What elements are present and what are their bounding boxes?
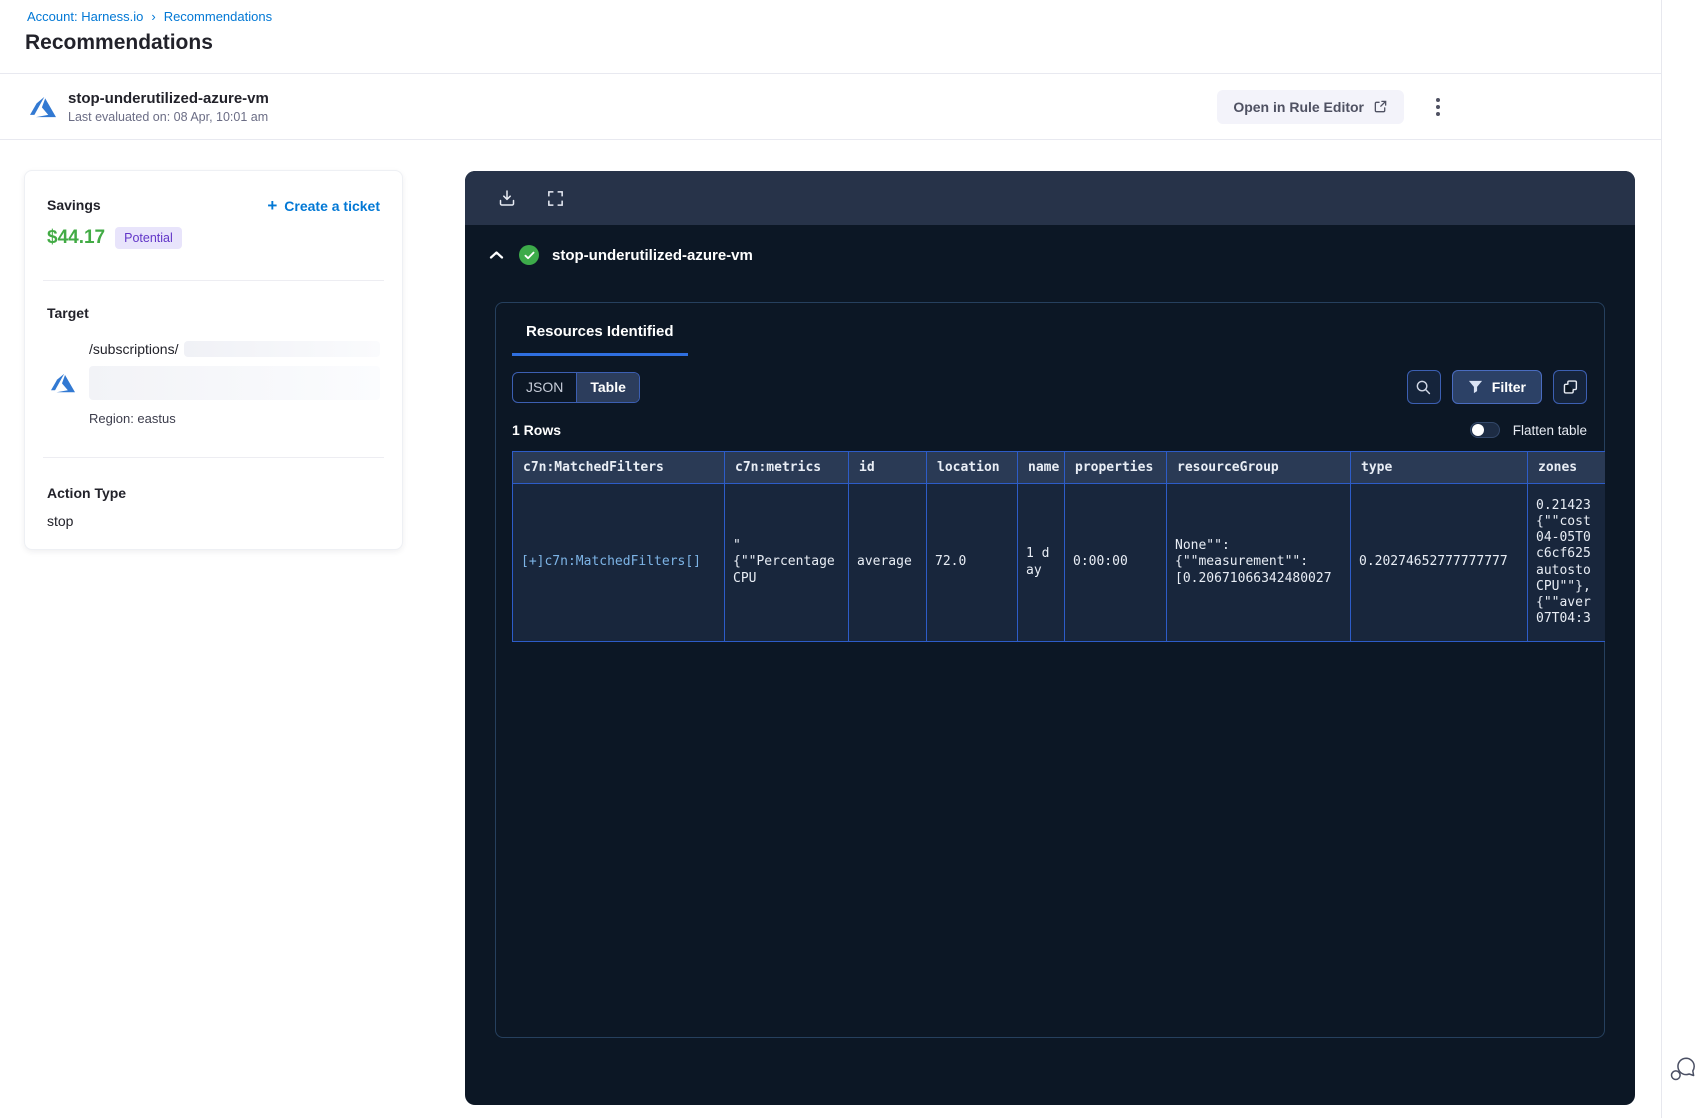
- column-header[interactable]: zones: [1527, 451, 1605, 484]
- view-json-button[interactable]: JSON: [513, 373, 576, 402]
- cell-name: 1 day: [1017, 483, 1065, 642]
- table-row: [+]c7n:MatchedFilters[] " {""Percentage …: [512, 483, 1605, 642]
- kebab-menu-button[interactable]: [1430, 92, 1446, 122]
- column-header[interactable]: type: [1350, 451, 1528, 484]
- tab-resources-identified[interactable]: Resources Identified: [512, 323, 688, 356]
- view-mode-toggle: JSON Table: [512, 371, 640, 403]
- recommendation-name: stop-underutilized-azure-vm: [68, 89, 269, 107]
- cell-location: 72.0: [926, 483, 1018, 642]
- download-button[interactable]: [495, 186, 519, 210]
- cell-metrics: " {""Percentage CPU: [724, 483, 849, 642]
- fullscreen-icon: [548, 190, 563, 206]
- download-icon: [499, 190, 515, 206]
- resources-table-container: c7n:MatchedFilters c7n:metrics id locati…: [512, 451, 1605, 642]
- view-table-button[interactable]: Table: [576, 372, 639, 402]
- flatten-table-toggle[interactable]: [1469, 422, 1500, 438]
- create-ticket-button[interactable]: + Create a ticket: [267, 197, 380, 214]
- column-header[interactable]: id: [848, 451, 927, 484]
- help-chat-button[interactable]: [1669, 1056, 1697, 1085]
- redacted-text: [184, 341, 380, 357]
- flatten-table-control: Flatten table: [1469, 422, 1587, 438]
- chat-bubbles-icon: [1670, 1057, 1695, 1081]
- matched-filters-expand-link[interactable]: [+]c7n:MatchedFilters[]: [512, 483, 725, 642]
- redacted-text: [89, 366, 380, 400]
- savings-amount: $44.17: [47, 227, 106, 248]
- rows-count: 1 Rows: [512, 422, 562, 438]
- cell-type: 0.20274652777777777: [1350, 483, 1528, 642]
- search-icon: [1416, 380, 1431, 394]
- check-icon: [524, 251, 534, 259]
- flatten-table-label: Flatten table: [1512, 422, 1587, 438]
- column-header[interactable]: location: [926, 451, 1018, 484]
- status-success-badge: [519, 245, 539, 265]
- target-path: /subscriptions/: [89, 341, 179, 357]
- divider: [43, 280, 384, 281]
- copy-icon: [1563, 379, 1577, 394]
- plus-icon: +: [267, 196, 278, 215]
- fullscreen-button[interactable]: [544, 187, 567, 210]
- target-region: Region: eastus: [89, 411, 176, 426]
- recommendation-header: stop-underutilized-azure-vm Last evaluat…: [0, 73, 1661, 140]
- cell-zones: 0.21423 {""cost 04-05T0 c6cf625 autosto …: [1527, 483, 1605, 642]
- azure-icon: [51, 373, 75, 393]
- target-label: Target: [47, 305, 89, 321]
- recommendation-last-evaluated: Last evaluated on: 08 Apr, 10:01 am: [68, 109, 269, 124]
- cell-properties: 0:00:00: [1064, 483, 1167, 642]
- column-header[interactable]: name: [1017, 451, 1065, 484]
- breadcrumb: Account: Harness.io › Recommendations: [27, 9, 272, 24]
- cell-id: average: [848, 483, 927, 642]
- breadcrumb-separator-icon: ›: [151, 9, 156, 24]
- divider: [43, 457, 384, 458]
- column-header[interactable]: resourceGroup: [1166, 451, 1351, 484]
- column-header[interactable]: c7n:metrics: [724, 451, 849, 484]
- column-header[interactable]: properties: [1064, 451, 1167, 484]
- panel-toolbar: [465, 171, 1635, 225]
- chevron-up-icon: [489, 251, 504, 259]
- create-ticket-label: Create a ticket: [284, 197, 380, 214]
- resources-identified-card: Resources Identified JSON Table Filter 1…: [495, 302, 1605, 1038]
- recommendations-page: Account: Harness.io › Recommendations Re…: [0, 0, 1706, 1118]
- search-button[interactable]: [1406, 370, 1441, 404]
- cell-resource-group: None"": {""measurement"": [0.20671066342…: [1166, 483, 1351, 642]
- filter-button[interactable]: Filter: [1451, 370, 1542, 404]
- filter-label: Filter: [1491, 379, 1526, 395]
- open-rule-editor-label: Open in Rule Editor: [1233, 98, 1364, 115]
- action-type-value: stop: [47, 513, 74, 529]
- action-type-label: Action Type: [47, 485, 127, 501]
- azure-icon: [30, 96, 56, 117]
- page-title: Recommendations: [25, 31, 213, 54]
- collapse-section-button[interactable]: [487, 248, 506, 262]
- evaluation-results-panel: stop-underutilized-azure-vm Resources Id…: [465, 171, 1635, 1105]
- table-header-row: c7n:MatchedFilters c7n:metrics id locati…: [512, 451, 1605, 484]
- breadcrumb-recommendations-link[interactable]: Recommendations: [164, 9, 272, 24]
- right-rail-divider: [1661, 0, 1662, 1118]
- panel-rule-title: stop-underutilized-azure-vm: [552, 246, 753, 264]
- column-header[interactable]: c7n:MatchedFilters: [512, 451, 725, 484]
- savings-potential-badge: Potential: [115, 227, 182, 249]
- recommendation-details-card: Savings + Create a ticket $44.17 Potenti…: [24, 170, 403, 550]
- resources-table: c7n:MatchedFilters c7n:metrics id locati…: [512, 451, 1605, 642]
- savings-label: Savings: [47, 197, 101, 213]
- external-link-icon: [1374, 100, 1387, 113]
- copy-button[interactable]: [1553, 370, 1587, 404]
- open-rule-editor-button[interactable]: Open in Rule Editor: [1217, 89, 1404, 124]
- breadcrumb-account-link[interactable]: Account: Harness.io: [27, 9, 143, 24]
- filter-icon: [1468, 380, 1482, 394]
